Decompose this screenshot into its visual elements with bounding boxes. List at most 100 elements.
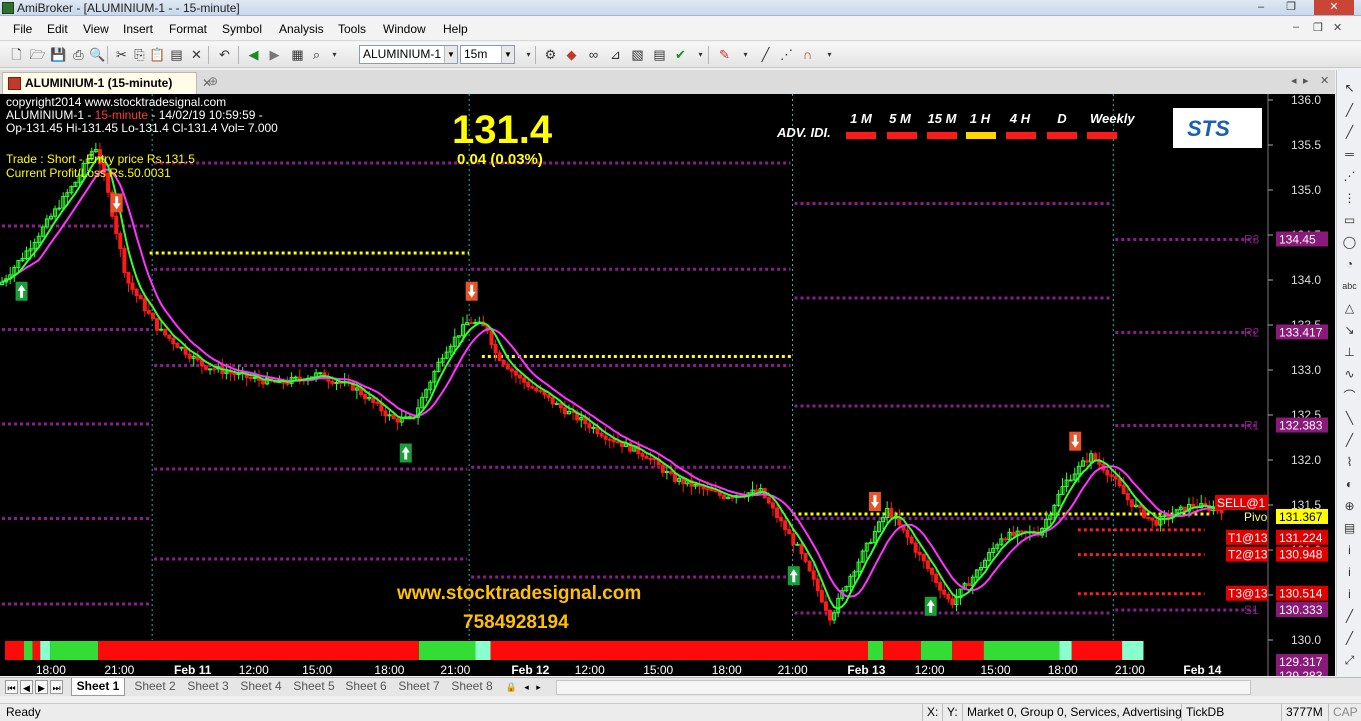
drawing-tool-icon[interactable]: ↘ xyxy=(1341,322,1358,339)
sheet-tab-8[interactable]: Sheet 8 xyxy=(448,678,496,696)
drawing-tool-icon[interactable]: ◯ xyxy=(1341,234,1358,251)
scroll-right-icon[interactable]: ▸ xyxy=(532,680,545,694)
drawing-tool-icon[interactable]: ╱ xyxy=(1341,124,1358,141)
new-icon[interactable]: 🗋 xyxy=(8,46,25,63)
drawing-tool-icon[interactable]: ═ xyxy=(1341,146,1358,163)
mdi-minimize-icon[interactable]: – xyxy=(1293,21,1299,33)
drawing-tool-icon[interactable]: ╱ xyxy=(1341,432,1358,449)
drawing-tool-icon[interactable]: ⊥ xyxy=(1341,344,1358,361)
print-preview-icon[interactable]: 🔍 xyxy=(89,46,106,63)
delete-icon[interactable]: ✕ xyxy=(188,46,205,63)
toolbar-dropdown-icon[interactable]: ▾ xyxy=(326,46,343,63)
print-icon[interactable]: ⎙ xyxy=(70,46,87,63)
drawing-tool-icon[interactable]: i xyxy=(1341,564,1358,581)
menu-tools[interactable]: Tools xyxy=(338,22,366,36)
sheet-tab-1[interactable]: Sheet 1 xyxy=(71,678,125,696)
drawing-tool-icon[interactable]: ∿ xyxy=(1341,366,1358,383)
symbol-list-icon[interactable]: ▦ xyxy=(289,46,306,63)
drawing-tool-icon[interactable]: i xyxy=(1341,586,1358,603)
drawing-tool-icon[interactable]: i xyxy=(1341,542,1358,559)
horizontal-scrollbar[interactable] xyxy=(556,680,1251,695)
drawing-tool-icon[interactable]: abc xyxy=(1341,278,1358,295)
back-icon[interactable]: ◀ xyxy=(245,46,262,63)
save-icon[interactable]: 💾 xyxy=(50,46,67,63)
sheet-tab-4[interactable]: Sheet 4 xyxy=(237,678,285,696)
tab-close-icon[interactable]: ✕ xyxy=(1320,74,1329,87)
drawing-tool-icon[interactable]: ⌇ xyxy=(1341,454,1358,471)
minimize-button[interactable]: – xyxy=(1247,0,1275,15)
chevron-down-icon[interactable]: ▼ xyxy=(444,46,457,63)
undo-icon[interactable]: ↶ xyxy=(216,46,233,63)
menu-window[interactable]: Window xyxy=(383,22,426,36)
sheet-tab-7[interactable]: Sheet 7 xyxy=(395,678,443,696)
mdi-restore-icon[interactable]: ❐ xyxy=(1313,21,1323,34)
prev-sheet-icon[interactable]: ◀ xyxy=(20,680,33,694)
chart-pane[interactable]: 130.0130.5131.0131.5132.0132.5133.0133.5… xyxy=(0,94,1335,676)
layout-icon[interactable]: ▤ xyxy=(651,46,668,63)
magnet-icon[interactable]: ∩ xyxy=(799,46,816,63)
sheet-tab-6[interactable]: Sheet 6 xyxy=(342,678,390,696)
tab-prev-icon[interactable]: ◂ xyxy=(1291,74,1297,87)
close-button[interactable]: ✕ xyxy=(1314,0,1354,15)
dotted-line-icon[interactable]: ⋰ xyxy=(778,46,795,63)
candles-icon[interactable]: ◆ xyxy=(563,46,580,63)
next-sheet-icon[interactable]: ▶ xyxy=(35,680,48,694)
binoculars-icon[interactable]: ∞ xyxy=(585,46,602,63)
toolbar-dropdown-icon[interactable]: ▾ xyxy=(692,46,709,63)
chart-type-icon[interactable]: ▧ xyxy=(629,46,646,63)
ruler-icon[interactable]: ⊿ xyxy=(607,46,624,63)
menu-symbol[interactable]: Symbol xyxy=(222,22,262,36)
drawing-tool-icon[interactable]: ⤢ xyxy=(1341,652,1358,669)
drawing-tool-icon[interactable]: ⋰ xyxy=(1341,168,1358,185)
copy-icon[interactable]: ⎘ xyxy=(131,46,148,63)
quick-find-icon[interactable]: ⌕ xyxy=(308,46,325,63)
drawing-tool-icon[interactable]: ▤ xyxy=(1341,520,1358,537)
candle-body xyxy=(375,401,380,404)
drawing-tool-icon[interactable]: ↖ xyxy=(1341,80,1358,97)
drawing-tool-icon[interactable]: ◔ xyxy=(1341,256,1358,273)
clipboard-icon[interactable]: ▤ xyxy=(168,46,185,63)
cut-icon[interactable]: ✂ xyxy=(113,46,130,63)
menu-help[interactable]: Help xyxy=(443,22,468,36)
drawing-tool-icon[interactable]: ◐ xyxy=(1341,476,1358,493)
line-tool-icon[interactable]: ╱ xyxy=(757,46,774,63)
menu-file[interactable]: File xyxy=(13,22,32,36)
menu-analysis[interactable]: Analysis xyxy=(279,22,324,36)
sheet-tab-5[interactable]: Sheet 5 xyxy=(290,678,338,696)
menu-insert[interactable]: Insert xyxy=(123,22,153,36)
lock-icon[interactable]: 🔒 xyxy=(505,680,518,694)
menu-format[interactable]: Format xyxy=(169,22,207,36)
pen-color-icon[interactable]: ✎ xyxy=(716,46,733,63)
drawing-tool-icon[interactable]: ╱ xyxy=(1341,102,1358,119)
menu-edit[interactable]: Edit xyxy=(47,22,68,36)
drawing-tool-icon[interactable]: ╱ xyxy=(1341,630,1358,647)
toolbar-dropdown-icon[interactable]: ▾ xyxy=(821,46,838,63)
settings-icon[interactable]: ⚙ xyxy=(542,46,559,63)
drawing-tool-icon[interactable]: ╲ xyxy=(1341,410,1358,427)
sheet-tab-2[interactable]: Sheet 2 xyxy=(131,678,179,696)
drawing-tool-icon[interactable]: ⋮ xyxy=(1341,190,1358,207)
paste-icon[interactable]: 📋 xyxy=(149,46,166,63)
drawing-tool-icon[interactable]: ⌒ xyxy=(1341,388,1358,405)
interval-combo[interactable]: 15m ▼ xyxy=(460,45,515,64)
chevron-down-icon[interactable]: ▼ xyxy=(501,46,514,63)
tab-next-icon[interactable]: ▸ xyxy=(1303,74,1309,87)
new-tab-icon[interactable]: ⊕ xyxy=(208,74,218,88)
toolbar-dropdown-icon[interactable]: ▾ xyxy=(737,46,754,63)
menu-view[interactable]: View xyxy=(83,22,109,36)
price-chart[interactable]: 130.0130.5131.0131.5132.0132.5133.0133.5… xyxy=(0,94,1335,676)
forward-icon[interactable]: ▶ xyxy=(266,46,283,63)
maximize-button[interactable]: ❐ xyxy=(1277,0,1305,15)
sheet-tab-3[interactable]: Sheet 3 xyxy=(184,678,232,696)
tab-aluminium-chart[interactable]: ALUMINIUM-1 (15-minute) ✕ xyxy=(2,72,212,94)
symbol-combo[interactable]: ALUMINIUM-1 ▼ xyxy=(359,45,458,64)
drawing-tool-icon[interactable]: ▭ xyxy=(1341,212,1358,229)
last-sheet-icon[interactable]: ⏭ xyxy=(50,680,63,694)
open-icon[interactable]: 🗁 xyxy=(29,46,46,63)
refresh-icon[interactable]: ✔ xyxy=(672,46,689,63)
drawing-tool-icon[interactable]: ╱ xyxy=(1341,608,1358,625)
first-sheet-icon[interactable]: ⏮ xyxy=(5,680,18,694)
mdi-close-icon[interactable]: ✕ xyxy=(1333,21,1342,34)
drawing-tool-icon[interactable]: △ xyxy=(1341,300,1358,317)
drawing-tool-icon[interactable]: ⊕ xyxy=(1341,498,1358,515)
